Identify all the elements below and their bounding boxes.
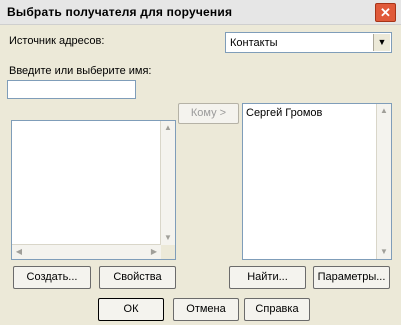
name-label: Введите или выберите имя: [9,65,152,77]
title-bar: Выбрать получателя для поручения ✕ [0,0,401,25]
chevron-down-icon[interactable]: ▼ [373,34,390,51]
recipient-list[interactable]: Сергей Громов ▲ ▼ [242,103,392,260]
name-input[interactable] [7,80,136,99]
close-icon[interactable]: ✕ [375,3,396,22]
scroll-corner [161,245,175,259]
properties-button[interactable]: Свойства [99,266,176,289]
options-button[interactable]: Параметры... [313,266,390,289]
to-button[interactable]: Кому > [178,103,239,124]
dialog-title: Выбрать получателя для поручения [7,5,233,19]
scroll-down-icon[interactable]: ▼ [377,245,391,259]
source-selected-value: Контакты [230,37,278,49]
source-select[interactable]: Контакты ▼ [225,32,392,53]
scroll-up-icon[interactable]: ▲ [377,104,391,118]
scroll-up-icon[interactable]: ▲ [161,121,175,135]
scroll-down-icon[interactable]: ▼ [161,231,175,245]
dialog-window: Выбрать получателя для поручения ✕ Источ… [0,0,401,325]
scroll-left-icon[interactable]: ◀ [12,245,26,259]
recipient-item[interactable]: Сергей Громов [246,107,322,119]
ok-button[interactable]: ОК [98,298,164,321]
source-label: Источник адресов: [9,35,105,47]
find-button[interactable]: Найти... [229,266,306,289]
help-button[interactable]: Справка [244,298,310,321]
scroll-right-icon[interactable]: ▶ [147,245,161,259]
cancel-button[interactable]: Отмена [173,298,239,321]
address-list-hscrollbar[interactable]: ◀ ▶ [12,244,161,259]
recipient-list-vscrollbar[interactable]: ▲ ▼ [376,104,391,259]
address-list[interactable]: ▲ ▼ ◀ ▶ [11,120,176,260]
create-button[interactable]: Создать... [13,266,91,289]
address-list-vscrollbar[interactable]: ▲ ▼ [160,121,175,245]
